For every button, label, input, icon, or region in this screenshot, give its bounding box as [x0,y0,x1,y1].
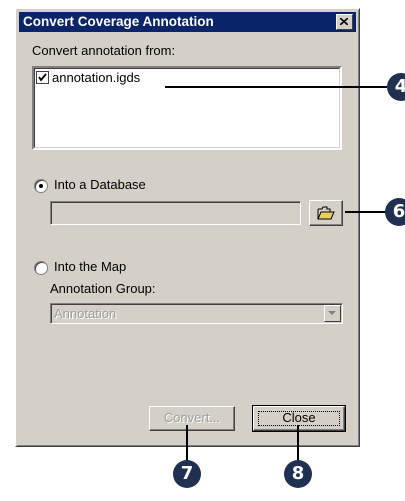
title-bar: Convert Coverage Annotation [19,12,356,32]
annotation-group-value: Annotation [54,306,117,321]
callout-7: 7 [173,460,201,488]
close-window-button[interactable] [336,14,353,30]
radio-selected-dot [39,184,43,188]
item-checkbox[interactable] [36,71,49,84]
map-radio[interactable] [34,261,48,275]
convert-coverage-annotation-dialog: Convert Coverage Annotation Convert anno… [15,8,360,447]
callout-line-4 [165,86,387,88]
annotation-listbox[interactable]: annotation.igds [32,66,342,150]
source-label: Convert annotation from: [32,43,176,58]
dropdown-button[interactable] [324,305,341,322]
browse-button[interactable] [309,200,343,226]
convert-button-label: Convert... [163,410,221,425]
callout-line-7 [186,425,188,465]
database-radio[interactable] [34,179,48,193]
callout-line-6 [345,211,389,213]
checkmark-icon [38,73,47,82]
database-option-label: Into a Database [54,177,146,192]
database-path-field[interactable] [50,201,301,225]
open-folder-icon [317,206,335,220]
chevron-down-icon [328,311,336,315]
callout-8: 8 [284,460,312,488]
dialog-title: Convert Coverage Annotation [23,14,214,29]
close-button[interactable]: Close [252,405,346,432]
map-option-label: Into the Map [54,259,127,274]
list-item-label: annotation.igds [52,70,141,85]
annotation-group-label: Annotation Group: [50,281,156,296]
convert-button[interactable]: Convert... [149,406,235,431]
annotation-group-select[interactable]: Annotation [50,303,343,324]
callout-4: 4 [387,73,405,101]
callout-6: 6 [385,198,405,226]
close-button-label: Close [282,410,316,425]
close-icon [340,18,348,25]
callout-line-8 [297,425,299,465]
